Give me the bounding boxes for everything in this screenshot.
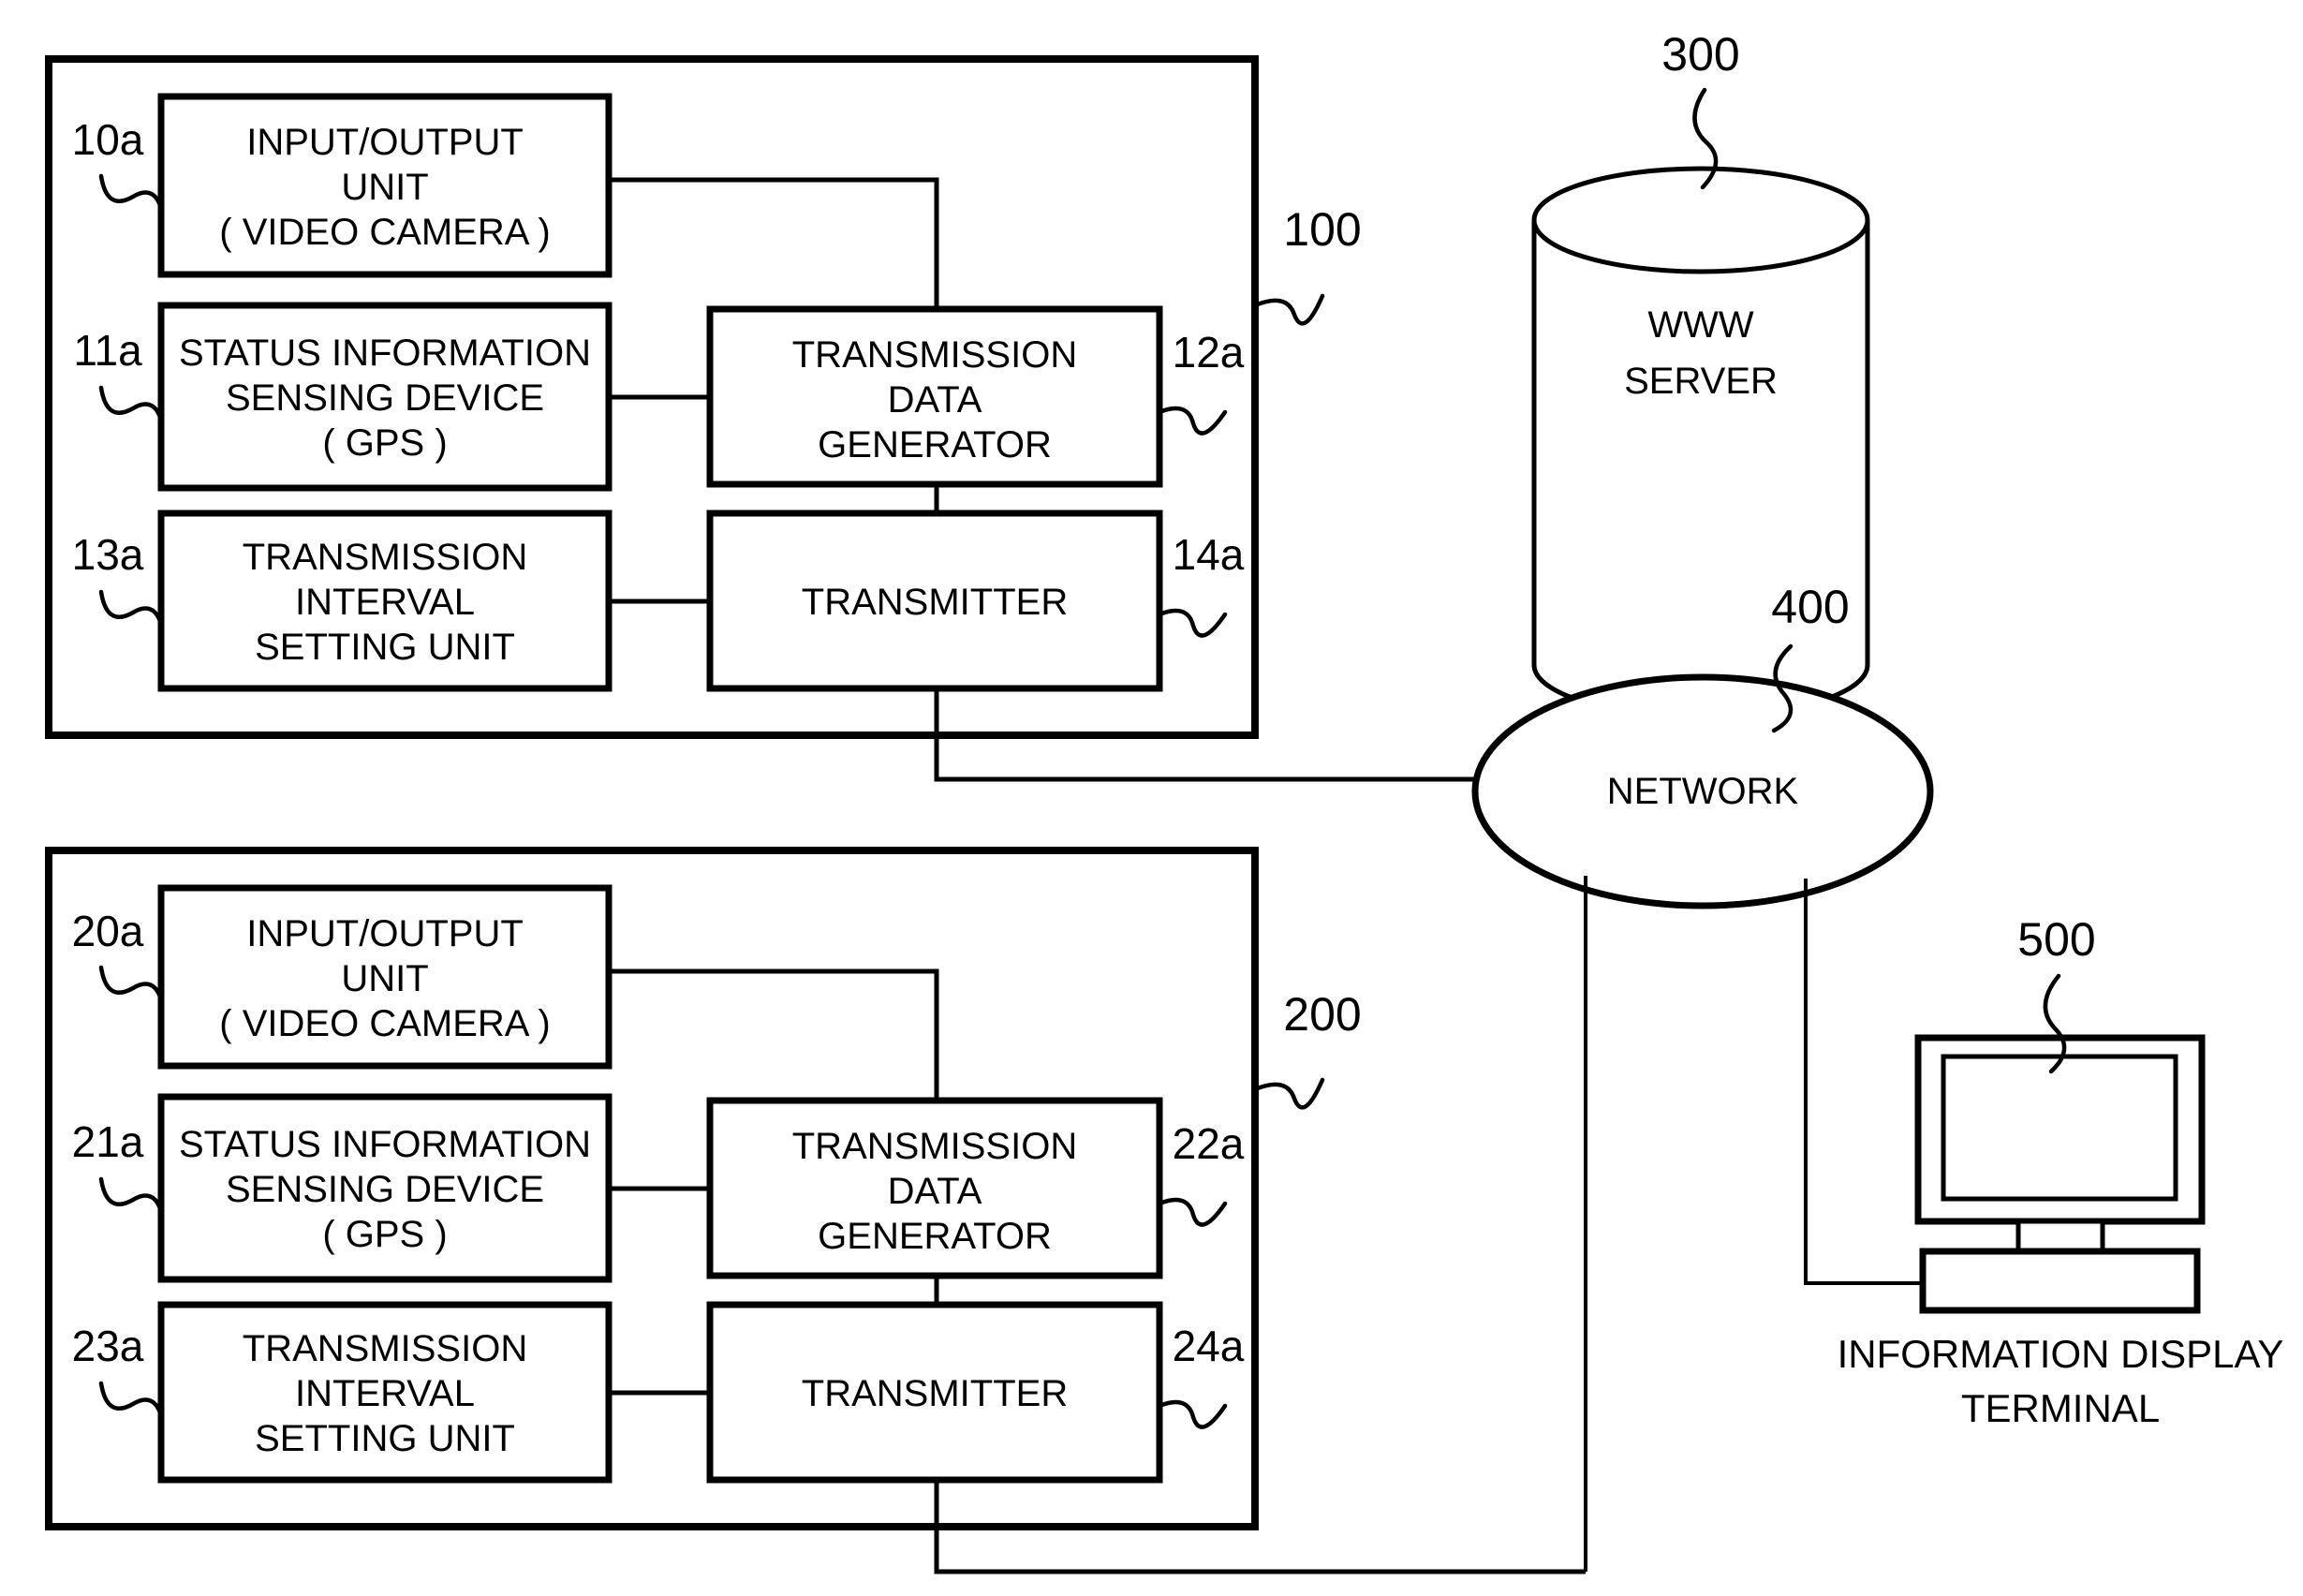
block-diagram-svg: INPUT/OUTPUT UNIT ( VIDEO CAMERA ) 10a S… bbox=[45, 28, 2284, 1574]
unit-20a-line-2: UNIT bbox=[341, 958, 428, 999]
wire-io-to-generator-100 bbox=[609, 177, 939, 309]
unit-10a-line-2: UNIT bbox=[341, 167, 428, 208]
terminal-caption-line-2: TERMINAL bbox=[1961, 1386, 2160, 1430]
patent-figure-canvas: INPUT/OUTPUT UNIT ( VIDEO CAMERA ) 10a S… bbox=[0, 0, 2303, 1596]
leader-line-13a bbox=[98, 589, 164, 627]
ref-number-13a: 13a bbox=[72, 530, 144, 579]
network-label: NETWORK bbox=[1607, 771, 1799, 812]
unit-13a-line-3: SETTING UNIT bbox=[255, 627, 515, 668]
unit-24a-line-1: TRANSMITTER bbox=[802, 1373, 1068, 1414]
terminal-base bbox=[1919, 1248, 2201, 1314]
unit-22a-line-3: GENERATOR bbox=[818, 1216, 1052, 1257]
unit-20a-line-3: ( VIDEO CAMERA ) bbox=[219, 1003, 550, 1044]
server-cylinder-body bbox=[1531, 220, 1870, 719]
leader-line-11a bbox=[98, 385, 164, 422]
leader-line-12a bbox=[1157, 406, 1228, 436]
information-display-terminal-group: 500 INFORMATION DISPLAY TERMINAL bbox=[1838, 913, 2284, 1430]
unit-21a-line-1: STATUS INFORMATION bbox=[179, 1124, 591, 1165]
unit-20a-line-1: INPUT/OUTPUT bbox=[246, 913, 524, 954]
ref-number-400: 400 bbox=[1771, 581, 1849, 633]
unit-12a-line-3: GENERATOR bbox=[818, 424, 1052, 466]
unit-13a-line-1: TRANSMISSION bbox=[243, 537, 527, 578]
www-server-group: WWW SERVER 300 bbox=[1531, 28, 1870, 779]
ref-number-12a: 12a bbox=[1173, 328, 1245, 377]
ref-number-20a: 20a bbox=[72, 907, 144, 955]
ref-number-22a: 22a bbox=[1173, 1119, 1245, 1168]
leader-line-10a bbox=[98, 173, 164, 211]
leader-line-23a bbox=[98, 1381, 164, 1418]
ref-number-23a: 23a bbox=[72, 1322, 144, 1370]
ref-number-500: 500 bbox=[2017, 913, 2095, 966]
leader-line-20a bbox=[98, 965, 164, 1002]
unit-11a-line-2: SENSING DEVICE bbox=[226, 377, 544, 419]
leader-line-21a bbox=[98, 1176, 164, 1214]
unit-13a-line-2: INTERVAL bbox=[295, 582, 475, 623]
unit-23a-line-2: INTERVAL bbox=[295, 1373, 475, 1414]
wire-io-to-generator-200 bbox=[609, 968, 939, 1101]
unit-22a-line-2: DATA bbox=[888, 1171, 982, 1212]
leader-line-200 bbox=[1252, 1077, 1325, 1110]
terminal-caption-line-1: INFORMATION DISPLAY bbox=[1838, 1332, 2284, 1376]
leader-line-14a bbox=[1157, 608, 1228, 638]
unit-12a-line-1: TRANSMISSION bbox=[792, 334, 1077, 376]
unit-11a-line-3: ( GPS ) bbox=[322, 422, 447, 464]
ref-number-11a: 11a bbox=[73, 326, 142, 375]
unit-21a-line-2: SENSING DEVICE bbox=[226, 1169, 544, 1210]
unit-14a-line-1: TRANSMITTER bbox=[802, 582, 1068, 623]
leader-line-24a bbox=[1157, 1399, 1228, 1429]
server-cylinder-top bbox=[1531, 166, 1870, 274]
unit-12a-line-2: DATA bbox=[888, 379, 982, 421]
server-label-line-1: WWW bbox=[1647, 304, 1754, 346]
unit-10a-line-1: INPUT/OUTPUT bbox=[246, 122, 524, 163]
unit-11a-line-1: STATUS INFORMATION bbox=[179, 332, 591, 374]
terminal-screen bbox=[1941, 1054, 2178, 1202]
ref-number-10a: 10a bbox=[72, 115, 144, 164]
ref-number-14a: 14a bbox=[1173, 530, 1245, 579]
leader-line-22a bbox=[1157, 1197, 1228, 1227]
leader-line-100 bbox=[1252, 293, 1325, 326]
unit-21a-line-3: ( GPS ) bbox=[322, 1214, 447, 1255]
network-group: NETWORK 400 bbox=[1471, 581, 1942, 1572]
system-100-group: INPUT/OUTPUT UNIT ( VIDEO CAMERA ) 10a S… bbox=[45, 55, 1475, 782]
unit-23a-line-3: SETTING UNIT bbox=[255, 1418, 515, 1459]
unit-10a-line-3: ( VIDEO CAMERA ) bbox=[219, 212, 550, 253]
ref-number-24a: 24a bbox=[1173, 1322, 1245, 1370]
system-200-group: INPUT/OUTPUT UNIT ( VIDEO CAMERA ) 20a S… bbox=[45, 847, 1586, 1574]
unit-23a-line-1: TRANSMISSION bbox=[243, 1328, 527, 1369]
terminal-stand-neck bbox=[2015, 1219, 2105, 1254]
ref-number-200: 200 bbox=[1283, 988, 1361, 1041]
server-label-line-2: SERVER bbox=[1624, 361, 1778, 402]
ref-number-21a: 21a bbox=[72, 1117, 144, 1166]
ref-number-100: 100 bbox=[1283, 203, 1361, 256]
unit-22a-line-1: TRANSMISSION bbox=[792, 1126, 1077, 1167]
ref-number-300: 300 bbox=[1661, 28, 1739, 81]
